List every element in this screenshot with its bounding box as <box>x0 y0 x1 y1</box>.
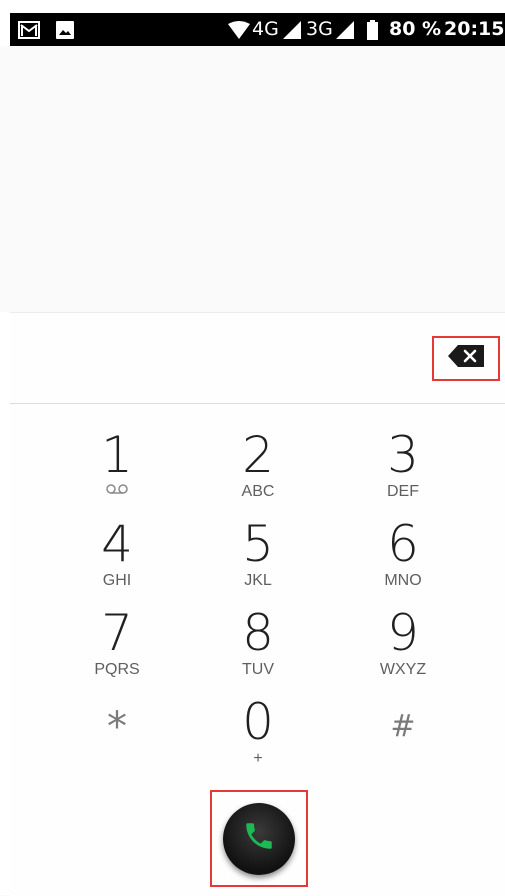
key-9-letters: WXYZ <box>379 661 427 678</box>
key-7-digit: 7 <box>101 604 133 662</box>
key-6-digit: 6 <box>387 515 419 573</box>
digits-row <box>10 313 505 403</box>
key-4-digit: 4 <box>101 515 133 573</box>
key-4-letters: GHI <box>102 572 132 589</box>
network-3g-label: 3G <box>306 18 333 40</box>
gmail-notification-icon <box>18 13 40 46</box>
phone-icon <box>242 819 276 858</box>
status-bar: 4G 3G 80 % 20:15 <box>0 0 505 46</box>
network-4g-label: 4G <box>252 18 279 40</box>
key-hash-symbol: # <box>390 709 416 744</box>
key-6[interactable]: 6 MNO <box>328 517 478 605</box>
call-button[interactable] <box>223 802 295 875</box>
key-7[interactable]: 7 PQRS <box>42 606 192 694</box>
key-6-letters: MNO <box>384 572 422 589</box>
divider <box>10 403 505 404</box>
key-2-digit: 2 <box>242 426 274 484</box>
key-7-letters: PQRS <box>94 661 140 678</box>
key-hash[interactable]: # <box>328 700 478 788</box>
backspace-icon <box>448 345 484 372</box>
key-8[interactable]: 8 TUV <box>183 606 333 694</box>
key-0[interactable]: 0 + <box>183 695 333 783</box>
key-2[interactable]: 2 ABC <box>183 428 333 516</box>
battery-percent: 80 % <box>389 18 442 40</box>
key-3-letters: DEF <box>387 483 419 500</box>
image-notification-icon <box>56 13 74 46</box>
battery-icon <box>367 13 378 46</box>
key-5[interactable]: 5 JKL <box>183 517 333 605</box>
key-5-letters: JKL <box>244 572 272 589</box>
call-log-area <box>0 46 505 312</box>
key-8-digit: 8 <box>242 604 274 662</box>
digits-field[interactable] <box>30 333 420 383</box>
key-4[interactable]: 4 GHI <box>42 517 192 605</box>
key-9[interactable]: 9 WXYZ <box>328 606 478 694</box>
key-8-letters: TUV <box>242 661 274 678</box>
key-3-digit: 3 <box>387 426 419 484</box>
key-5-digit: 5 <box>242 515 274 573</box>
signal-4g-icon <box>283 13 301 46</box>
dialpad-panel: 1 2 ABC 3 DEF 4 GHI 5 JKL 6 MNO 7 PQRS 8… <box>10 312 505 896</box>
voicemail-icon <box>42 482 192 502</box>
key-1[interactable]: 1 <box>42 428 192 516</box>
key-2-letters: ABC <box>241 483 275 500</box>
key-3[interactable]: 3 DEF <box>328 428 478 516</box>
key-star[interactable]: * <box>42 700 192 788</box>
wifi-icon <box>228 13 250 46</box>
backspace-button[interactable] <box>432 336 500 381</box>
key-star-symbol: * <box>107 704 127 750</box>
call-button-highlight <box>210 790 308 887</box>
clock: 20:15 <box>444 18 505 40</box>
key-0-letters: + <box>253 750 263 767</box>
key-1-digit: 1 <box>101 426 133 484</box>
key-0-digit: 0 <box>242 693 274 751</box>
key-9-digit: 9 <box>387 604 419 662</box>
signal-3g-icon <box>336 13 354 46</box>
status-bar-inner: 4G 3G 80 % 20:15 <box>10 13 505 46</box>
